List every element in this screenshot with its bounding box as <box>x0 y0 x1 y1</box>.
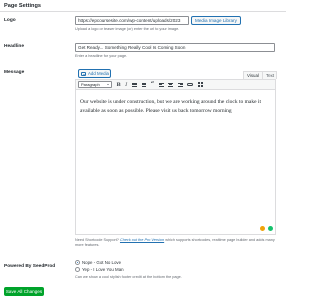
emoji-icon <box>260 226 265 231</box>
tab-visual[interactable]: Visual <box>243 71 263 79</box>
radio-label: Nope - Got No Love <box>82 260 122 265</box>
headline-description: Enter a headline for your page. <box>75 54 128 58</box>
italic-button[interactable]: I <box>125 82 127 88</box>
grammar-check-icon[interactable] <box>268 226 273 231</box>
powered-by-description: Can we show a cool stylish footer credit… <box>75 275 182 279</box>
pro-version-link[interactable]: Check out the Pro Version <box>120 238 164 242</box>
chevron-down-icon <box>107 84 109 85</box>
headline-label: Headline <box>4 44 24 49</box>
add-media-icon <box>81 71 86 76</box>
editor-toolbar: Paragraph B I “ <box>76 80 275 90</box>
powered-by-label: Powered By SeedProd <box>4 264 56 269</box>
numbered-list-icon[interactable] <box>141 82 147 87</box>
align-center-icon[interactable] <box>168 82 174 87</box>
format-select[interactable]: Paragraph <box>78 81 112 88</box>
add-media-button[interactable]: Add Media <box>78 69 111 78</box>
radio-button[interactable] <box>75 260 80 265</box>
headline-input[interactable]: Get Ready... Something Really Cool Is Co… <box>75 43 275 52</box>
link-icon[interactable] <box>187 83 194 86</box>
logo-url-input[interactable]: https://epcoursesite.com/wp-content/uplo… <box>75 16 189 25</box>
media-image-library-button[interactable]: Media Image Library <box>191 16 241 25</box>
format-select-value: Paragraph <box>81 82 100 87</box>
logo-label: Logo <box>4 18 16 23</box>
radio-label: Yep - I Love You Man <box>82 267 124 272</box>
section-divider <box>0 11 286 12</box>
save-all-changes-button[interactable]: Save All Changes <box>4 287 44 296</box>
shortcode-note: Need Shortcode Support? Check out the Pr… <box>75 238 281 248</box>
editor-content[interactable]: Our website is under construction, but w… <box>80 98 269 115</box>
radio-option[interactable]: Nope - Got No Love <box>75 260 121 265</box>
shortcode-note-prefix: Need Shortcode Support? <box>75 238 119 242</box>
radio-option[interactable]: Yep - I Love You Man <box>75 267 124 272</box>
blockquote-button[interactable]: “ <box>151 81 154 88</box>
section-title: Page Settings <box>4 3 41 9</box>
bold-button[interactable]: B <box>117 82 121 88</box>
radio-button[interactable] <box>75 267 80 272</box>
message-label: Message <box>4 70 25 75</box>
message-editor[interactable]: Paragraph B I “ Our website is under con… <box>75 79 276 235</box>
align-left-icon[interactable] <box>158 82 164 87</box>
bullet-list-icon[interactable] <box>131 82 137 87</box>
add-media-label: Add Media <box>88 71 109 76</box>
logo-description: Upload a logo or teaser image (or) enter… <box>75 27 180 31</box>
tab-text[interactable]: Text <box>262 71 277 79</box>
align-right-icon[interactable] <box>177 82 183 87</box>
toolbar-toggle-icon[interactable] <box>197 82 203 87</box>
